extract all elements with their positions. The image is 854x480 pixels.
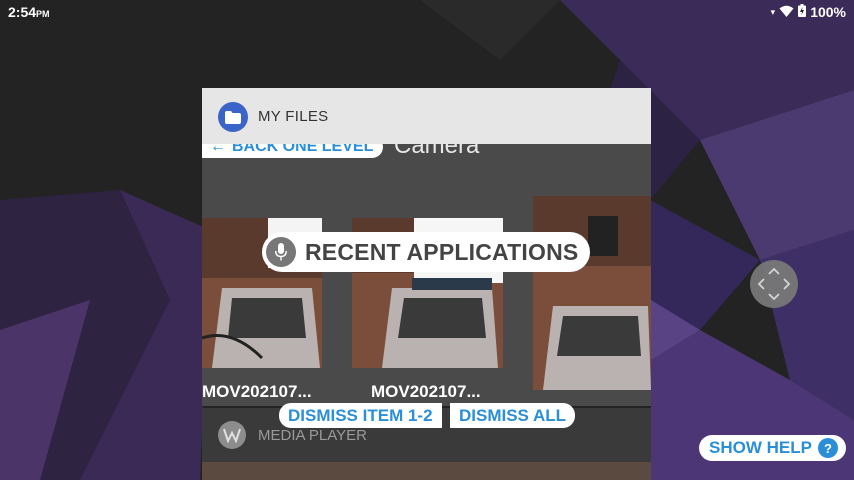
dismiss-all-button[interactable]: DISMISS ALL [450, 403, 576, 428]
battery-icon [798, 4, 807, 20]
signal-indicator-icon: ▾ [770, 6, 776, 17]
status-time: 2:54PM [8, 4, 50, 20]
back-label: BACK ONE LEVEL [232, 144, 374, 155]
app-title-media-player: MEDIA PLAYER [258, 427, 367, 444]
media-player-icon [218, 421, 246, 449]
video-thumbnail [533, 196, 651, 390]
clock-time: 2:54 [8, 4, 37, 20]
folder-icon [218, 102, 248, 132]
recent-applications-label: RECENT APPLICATIONS [305, 238, 579, 265]
help-icon: ? [817, 438, 838, 458]
folder-title: Camera [394, 144, 480, 159]
wifi-icon [779, 4, 794, 20]
show-help-button[interactable]: SHOW HELP ? [699, 435, 846, 461]
battery-percent: 100% [810, 4, 846, 20]
microphone-icon [266, 237, 296, 267]
recent-card-header-my-files[interactable]: MY FILES [202, 88, 651, 144]
app-title-my-files: MY FILES [258, 108, 329, 125]
show-help-label: SHOW HELP [709, 438, 812, 457]
directional-pad-button[interactable] [750, 260, 798, 308]
directional-pad-icon [757, 267, 791, 301]
thumbnail-label: MOV202107... [202, 382, 312, 401]
back-arrow-icon: ← [210, 144, 226, 155]
back-one-level-button: ← BACK ONE LEVEL [202, 144, 384, 158]
status-icons: ▾ 100% [771, 4, 846, 20]
thumbnail-label: MOV202107... [371, 382, 481, 401]
status-bar: 2:54PM ▾ 100% [0, 0, 854, 24]
dismiss-item-button[interactable]: DISMISS ITEM 1-2 [279, 403, 442, 428]
recent-applications-voice-button[interactable]: RECENT APPLICATIONS [262, 232, 590, 272]
recent-card-preview-media-player[interactable] [202, 462, 651, 480]
recent-card-preview-my-files[interactable]: ← BACK ONE LEVEL Camera MOV202107... MOV… [202, 144, 651, 406]
clock-ampm: PM [36, 9, 50, 19]
